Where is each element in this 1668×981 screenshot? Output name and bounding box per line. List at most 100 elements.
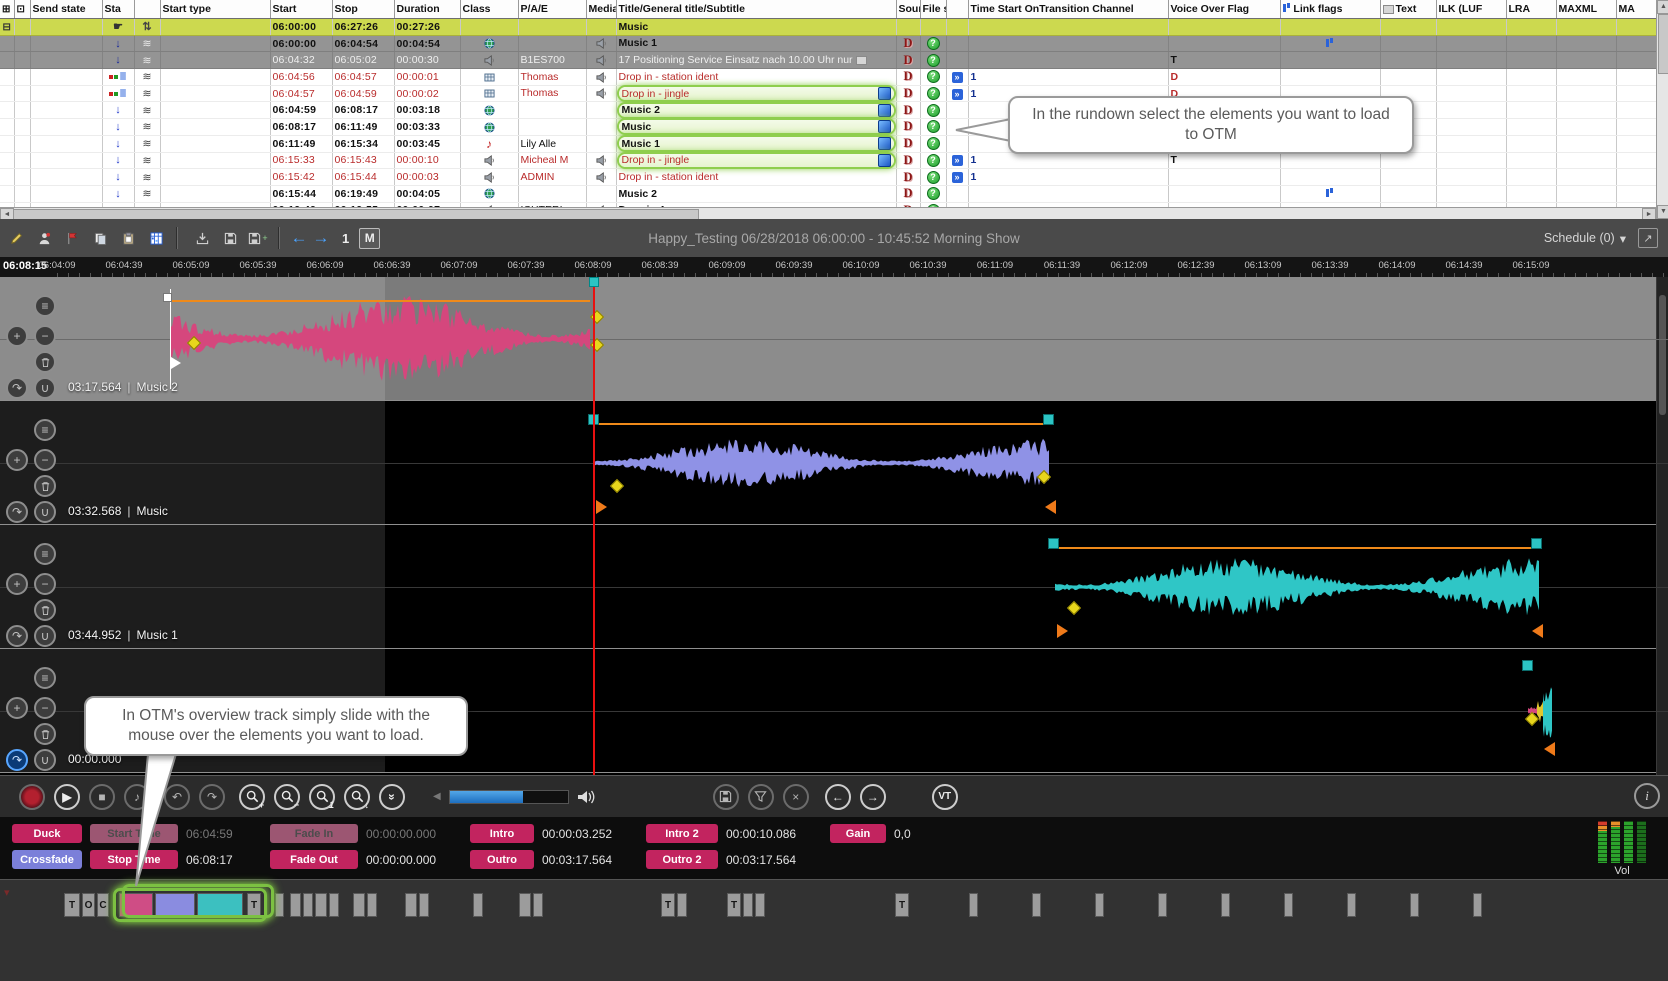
- hscroll-thumb[interactable]: [13, 209, 699, 219]
- next-element-button[interactable]: →: [860, 784, 886, 810]
- column-header[interactable]: [946, 0, 968, 19]
- track-zoom-in-button[interactable]: +: [6, 573, 28, 595]
- zoom-in-button[interactable]: +: [239, 784, 265, 810]
- filter-button[interactable]: [748, 784, 774, 810]
- overview-tile[interactable]: [1158, 893, 1167, 917]
- mode-button[interactable]: M: [359, 228, 380, 249]
- track-zoom-in-button[interactable]: +: [6, 697, 28, 719]
- volume-envelope-line[interactable]: [1055, 547, 1540, 549]
- overview-tile[interactable]: T: [64, 893, 80, 917]
- volume-envelope-line[interactable]: [595, 423, 1050, 425]
- column-header[interactable]: Title/General title/Subtitle: [616, 0, 896, 19]
- rundown-vscrollbar[interactable]: ▲ ▼: [1656, 0, 1668, 219]
- start-marker[interactable]: [171, 357, 187, 369]
- column-header[interactable]: P/A/E: [518, 0, 586, 19]
- track-delete-button[interactable]: [34, 723, 56, 745]
- overview-element-tile[interactable]: [197, 893, 243, 917]
- load-icon[interactable]: [190, 226, 214, 250]
- overview-tile[interactable]: [367, 893, 377, 917]
- track-zoom-out-button[interactable]: −: [34, 697, 56, 719]
- tracks-vscrollbar[interactable]: [1656, 277, 1668, 775]
- overview-tile[interactable]: [303, 893, 313, 917]
- overview-tile[interactable]: T: [895, 893, 909, 917]
- track-delete-button[interactable]: [34, 475, 56, 497]
- track-options-button[interactable]: ≡: [34, 419, 56, 441]
- column-header[interactable]: ⊡: [14, 0, 30, 19]
- zoom-selection-button[interactable]: 1: [309, 784, 335, 810]
- rundown-row[interactable]: ↓≋06:15:4406:19:4900:04:05Music 2D?: [0, 185, 1656, 202]
- overview-tile[interactable]: [329, 893, 339, 917]
- record-button[interactable]: [19, 784, 45, 810]
- column-header[interactable]: ILK (LUF: [1436, 0, 1506, 19]
- column-header[interactable]: MAXML: [1556, 0, 1616, 19]
- overview-tile[interactable]: C: [97, 893, 109, 917]
- rundown-row[interactable]: ↓≋06:15:4206:15:4400:00:03ADMINDrop in -…: [0, 169, 1656, 186]
- zoom-fit-button[interactable]: ↓: [344, 784, 370, 810]
- schedule-dropdown[interactable]: Schedule (0) ▾: [1544, 231, 1626, 246]
- playhead-handle[interactable]: [589, 277, 599, 287]
- column-header[interactable]: Stop: [332, 0, 394, 19]
- expand-tracks-button[interactable]: »: [379, 784, 405, 810]
- scroll-down-arrow[interactable]: ▼: [1657, 205, 1668, 219]
- clip-edge-handle[interactable]: [1522, 660, 1533, 671]
- intro-button[interactable]: Intro: [470, 824, 534, 843]
- voice-track-button[interactable]: VT: [932, 784, 958, 810]
- audition-button[interactable]: ♪: [124, 784, 150, 810]
- overview-tile[interactable]: [677, 893, 687, 917]
- overview-tile[interactable]: [519, 893, 531, 917]
- column-header[interactable]: Class: [460, 0, 518, 19]
- track-loop-button[interactable]: ∪: [34, 625, 56, 647]
- overview-tile[interactable]: [1347, 893, 1356, 917]
- next-page-button[interactable]: →: [310, 228, 332, 248]
- overview-tile[interactable]: [1284, 893, 1293, 917]
- zoom-out-button[interactable]: −: [274, 784, 300, 810]
- column-header[interactable]: LRA: [1506, 0, 1556, 19]
- previous-element-button[interactable]: ←: [825, 784, 851, 810]
- track-fade-button[interactable]: ↷: [6, 501, 28, 523]
- fade-in-button[interactable]: Fade In: [270, 824, 358, 843]
- overview-tile[interactable]: [353, 893, 365, 917]
- fade-in-marker[interactable]: [1057, 624, 1075, 638]
- track-delete-button[interactable]: [34, 599, 56, 621]
- edit-pencil-icon[interactable]: [4, 226, 28, 250]
- save-icon[interactable]: [218, 226, 242, 250]
- column-header[interactable]: Time Start OnTransition Channel: [968, 0, 1168, 19]
- fade-out-marker[interactable]: [1038, 500, 1056, 514]
- stop-button[interactable]: ■: [89, 784, 115, 810]
- column-header[interactable]: Sta: [102, 0, 134, 19]
- start-time-button[interactable]: Start Time: [90, 824, 178, 843]
- undo-button[interactable]: ↶: [164, 784, 190, 810]
- rundown-row[interactable]: ↓≋06:15:3306:15:4300:00:10Micheal MDrop …: [0, 152, 1656, 169]
- planner-icon[interactable]: [144, 226, 168, 250]
- overview-tile[interactable]: O: [82, 893, 95, 917]
- outro-2-button[interactable]: Outro 2: [646, 850, 718, 869]
- timeline-ruler[interactable]: 06:08:15 06:04:0906:04:3906:05:0906:05:3…: [0, 257, 1668, 278]
- stop-time-button[interactable]: Stop Time: [90, 850, 178, 869]
- expand-all-icon[interactable]: ⊞: [2, 4, 10, 15]
- outro-button[interactable]: Outro: [470, 850, 534, 869]
- rundown-row[interactable]: ↓≋06:04:3206:05:0200:00:30B1ES70017 Posi…: [0, 52, 1656, 69]
- overview-tile[interactable]: [1221, 893, 1230, 917]
- playhead[interactable]: [593, 277, 595, 775]
- overview-tile[interactable]: [533, 893, 543, 917]
- collapse-strip-button[interactable]: ▾: [4, 886, 10, 899]
- volume-envelope-line[interactable]: [170, 300, 590, 302]
- track-zoom-out-button[interactable]: −: [34, 449, 56, 471]
- gain-button[interactable]: Gain: [830, 824, 886, 843]
- column-header[interactable]: [134, 0, 160, 19]
- overview-tile[interactable]: [275, 893, 284, 917]
- user-icon[interactable]: [32, 226, 56, 250]
- open-external-icon[interactable]: ↗: [1638, 228, 1658, 248]
- fade-out-button[interactable]: Fade Out: [270, 850, 358, 869]
- track-loop-button[interactable]: ∪: [34, 377, 56, 399]
- flag-icon[interactable]: [60, 226, 84, 250]
- overview-tile[interactable]: T: [247, 893, 261, 917]
- vscroll-thumb[interactable]: [1658, 14, 1668, 74]
- overview-tile[interactable]: [405, 893, 417, 917]
- column-header[interactable]: Sour: [896, 0, 920, 19]
- column-header[interactable]: Duration: [394, 0, 460, 19]
- crossfade-button[interactable]: Crossfade: [12, 850, 82, 869]
- column-header[interactable]: Send state: [30, 0, 102, 19]
- overview-tile[interactable]: [755, 893, 765, 917]
- scroll-right-arrow[interactable]: ►: [1642, 208, 1656, 219]
